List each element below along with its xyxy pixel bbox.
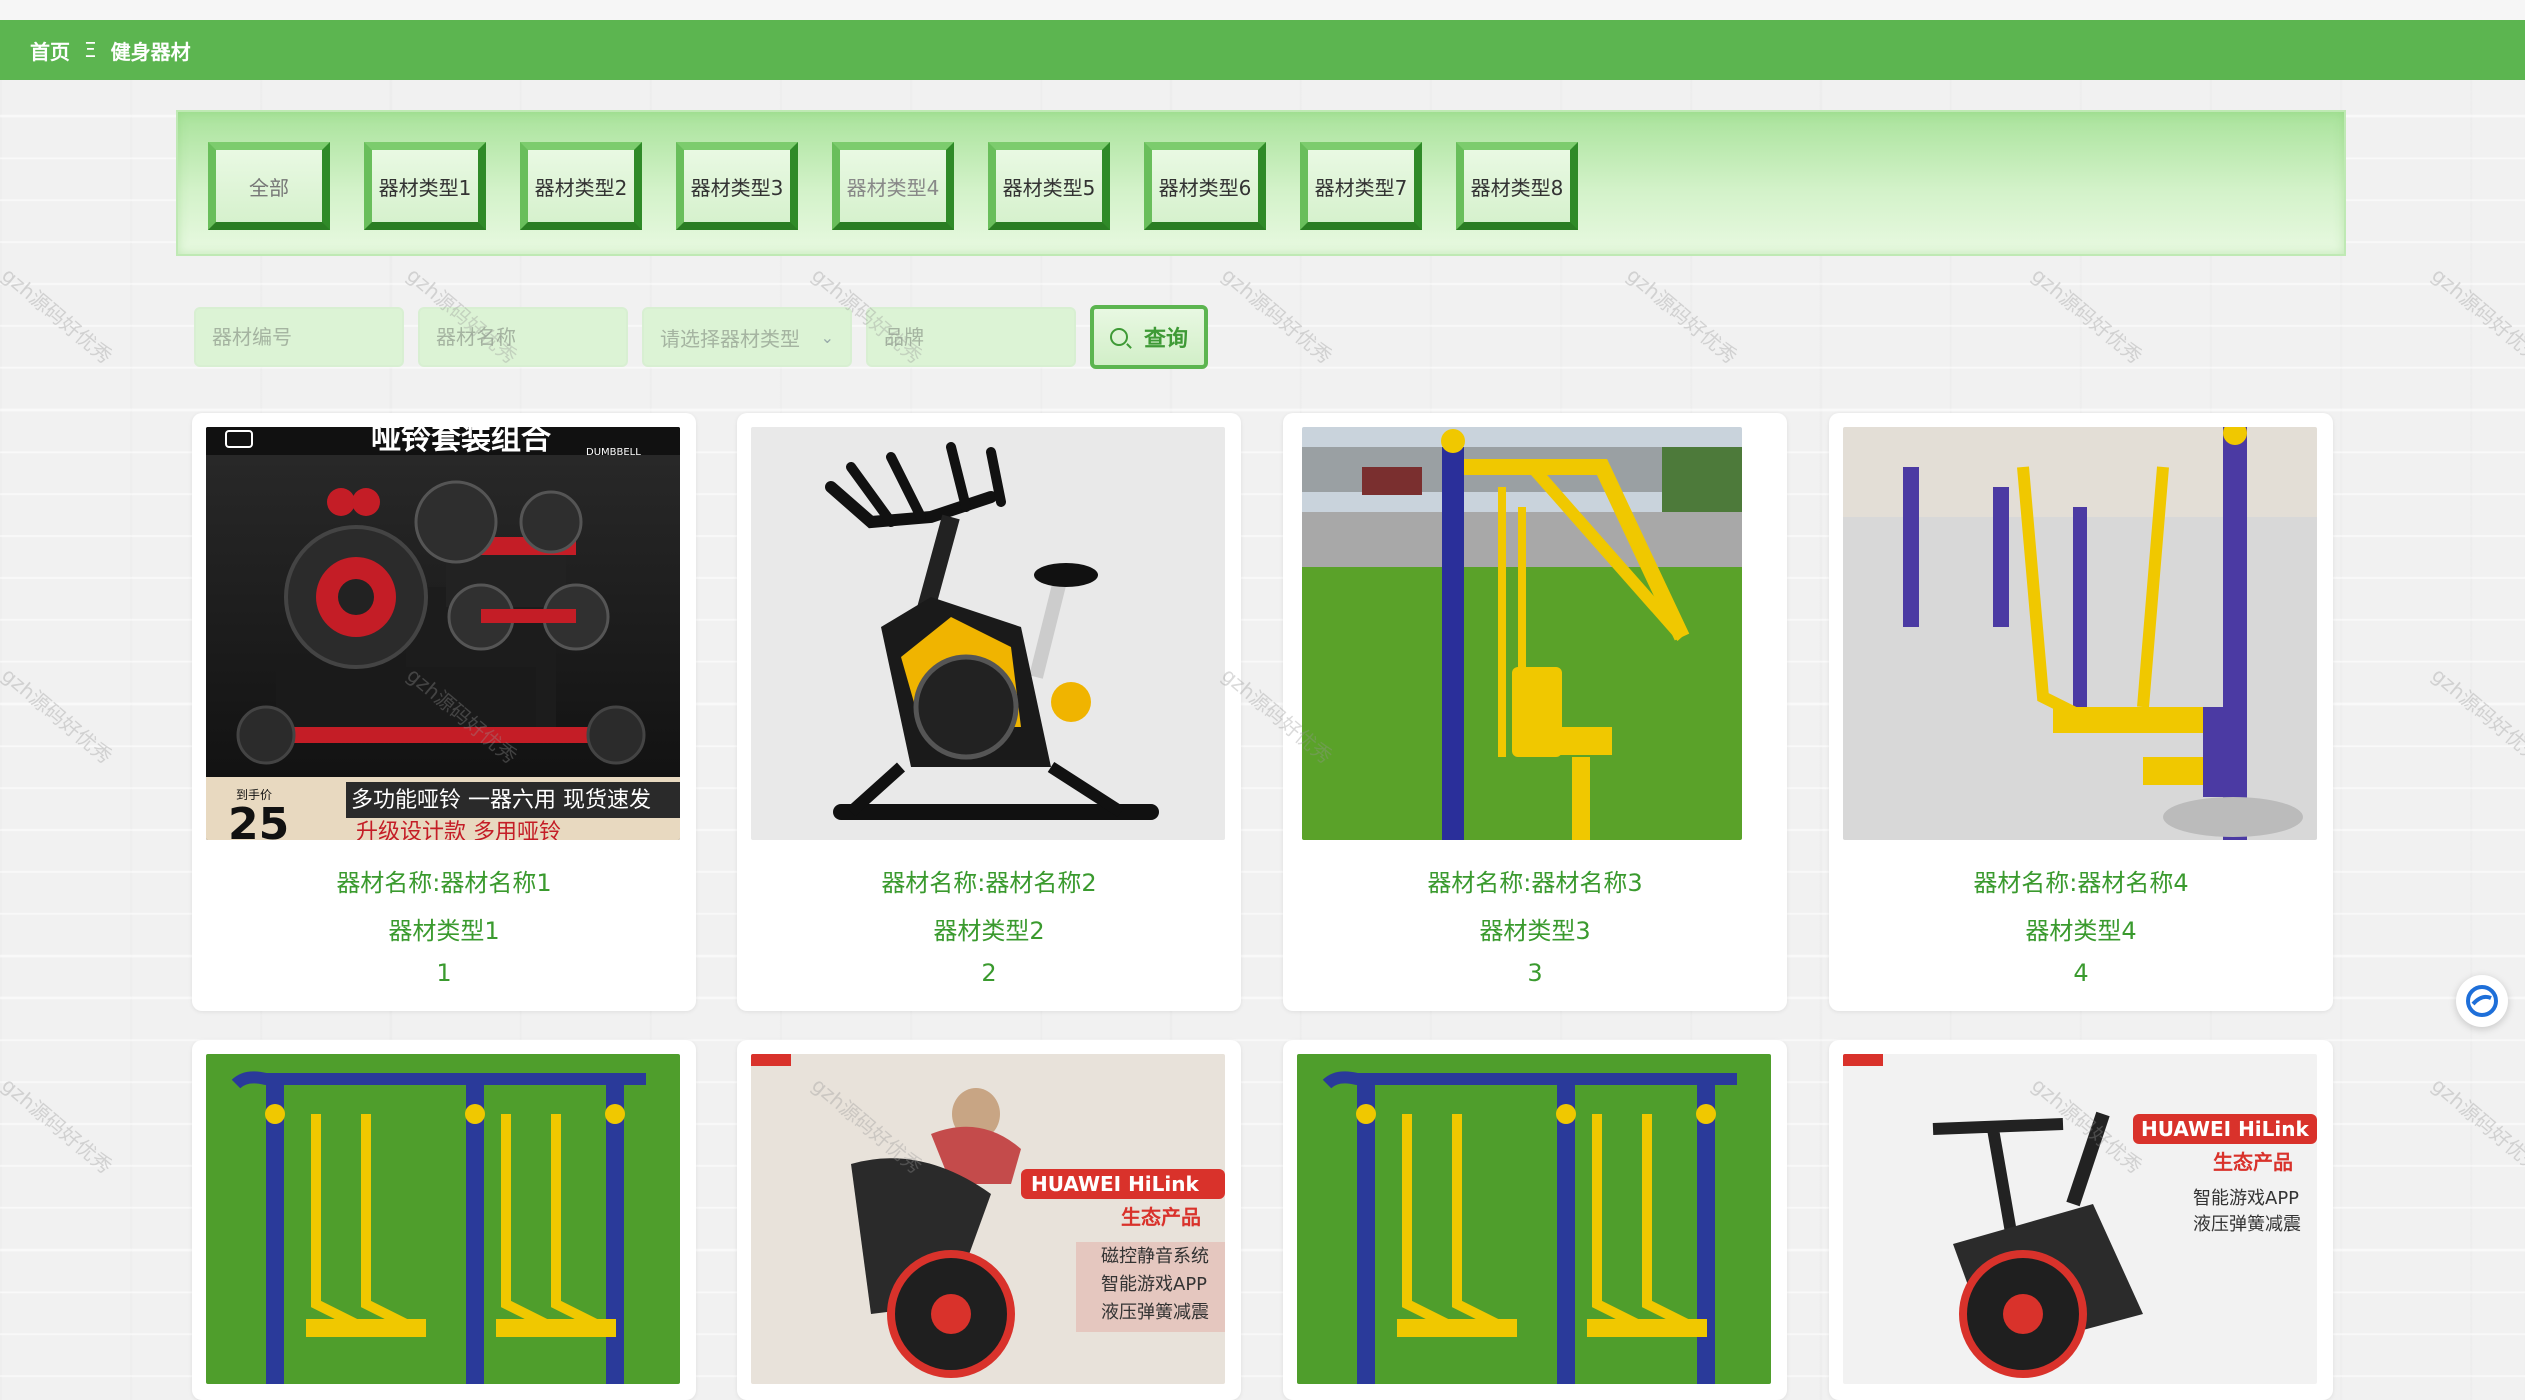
- product-image-outdoor-equipment[interactable]: [1302, 427, 1742, 840]
- category-tab-6[interactable]: 器材类型6: [1144, 142, 1266, 230]
- hilink-feature-2: 智能游戏APP: [1101, 1274, 1207, 1295]
- product-number: 4: [2073, 959, 2089, 987]
- product-image-dumbbell[interactable]: 哑铃套装组合 DUMBBELL 多功能哑铃 一器六用 现货速发 到手价 25 升…: [206, 427, 680, 840]
- category-tab-3[interactable]: 器材类型3: [676, 142, 798, 230]
- hilink-feature-2: 液压弹簧减震: [2193, 1214, 2301, 1235]
- watermark-text: gzh源码好优秀: [2427, 262, 2525, 369]
- product-card[interactable]: 器材名称:器材名称2 器材类型2 2: [737, 413, 1241, 1011]
- product-type: 器材类型1: [388, 917, 500, 945]
- dumbbell-caption-text: 多功能哑铃 一器六用 现货速发: [351, 788, 651, 813]
- search-bar: 请选择器材类型 ⌄ 查询: [194, 305, 1208, 369]
- product-name: 器材名称:器材名称4: [1973, 869, 2189, 897]
- watermark-text: gzh源码好优秀: [2427, 662, 2525, 769]
- category-tab-2[interactable]: 器材类型2: [520, 142, 642, 230]
- category-tab-8[interactable]: 器材类型8: [1456, 142, 1578, 230]
- breadcrumb-separator: Ξ: [84, 38, 97, 62]
- hilink-feature-1: 磁控静音系统: [1101, 1246, 1209, 1267]
- dumbbell-brand-text: DUMBBELL: [586, 447, 641, 458]
- floating-assistant-button[interactable]: [2456, 975, 2508, 1027]
- chevron-down-icon: ⌄: [820, 327, 834, 347]
- product-name: 器材名称:器材名称2: [881, 869, 1097, 897]
- watermark-text: gzh源码好优秀: [1217, 262, 1337, 369]
- query-button-label: 查询: [1143, 327, 1188, 352]
- product-card[interactable]: [192, 1040, 696, 1400]
- watermark-text: gzh源码好优秀: [1622, 262, 1742, 369]
- category-tab-5[interactable]: 器材类型5: [988, 142, 1110, 230]
- product-card[interactable]: HUAWEI HiLink 生态产品 智能游戏APP 液压弹簧减震: [1829, 1040, 2333, 1400]
- product-number: 2: [981, 959, 997, 987]
- category-tab-all[interactable]: 全部: [208, 142, 330, 230]
- dumbbell-banner-text: 哑铃套装组合: [371, 427, 551, 457]
- type-select-placeholder: 请选择器材类型: [660, 326, 800, 351]
- product-number: 1: [436, 959, 452, 987]
- hilink-sub-text: 生态产品: [1121, 1205, 1201, 1229]
- category-tab-1[interactable]: 器材类型1: [364, 142, 486, 230]
- dumbbell-price-text: 25: [228, 799, 289, 840]
- hilink-badge-text: HUAWEI HiLink: [1031, 1172, 1200, 1196]
- product-card[interactable]: 器材名称:器材名称3 器材类型3 3: [1283, 413, 1787, 1011]
- product-image-air-walker[interactable]: [206, 1054, 680, 1384]
- category-tab-4[interactable]: 器材类型4: [832, 142, 954, 230]
- product-type: 器材类型3: [1479, 917, 1591, 945]
- top-strip: [0, 0, 2525, 20]
- query-button[interactable]: 查询: [1090, 305, 1208, 369]
- product-type: 器材类型4: [2025, 917, 2137, 945]
- search-icon: [1109, 328, 1128, 346]
- product-card[interactable]: [1283, 1040, 1787, 1400]
- category-panel: 全部 器材类型1 器材类型2 器材类型3 器材类型4 器材类型5 器材类型6 器…: [176, 110, 2346, 256]
- category-tab-7[interactable]: 器材类型7: [1300, 142, 1422, 230]
- hilink-feature-3: 液压弹簧减震: [1101, 1302, 1209, 1323]
- product-number: 3: [1527, 959, 1543, 987]
- product-image-outdoor-walker[interactable]: [1843, 427, 2317, 840]
- hilink-sub-text: 生态产品: [2213, 1150, 2293, 1174]
- breadcrumb-current: 健身器材: [110, 39, 191, 64]
- dumbbell-subcaption-text: 升级设计款 多用哑铃: [356, 820, 561, 840]
- watermark-text: gzh源码好优秀: [2027, 262, 2147, 369]
- assistant-icon: [2466, 985, 2498, 1017]
- hilink-badge-text: HUAWEI HiLink: [2141, 1117, 2310, 1141]
- equipment-code-input[interactable]: [194, 307, 404, 367]
- product-type: 器材类型2: [933, 917, 1045, 945]
- breadcrumb-home[interactable]: 首页: [30, 36, 70, 65]
- product-card[interactable]: 器材名称:器材名称4 器材类型4 4: [1829, 413, 2333, 1011]
- watermark-text: gzh源码好优秀: [0, 262, 117, 369]
- product-image-air-walker[interactable]: [1297, 1054, 1771, 1384]
- product-image-spin-bike[interactable]: [751, 427, 1225, 840]
- product-name: 器材名称:器材名称1: [336, 869, 552, 897]
- product-name: 器材名称:器材名称3: [1427, 869, 1643, 897]
- watermark-text: gzh源码好优秀: [0, 1072, 117, 1179]
- hilink-feature-1: 智能游戏APP: [2193, 1188, 2299, 1209]
- header-bar: 首页 Ξ 健身器材: [0, 20, 2525, 80]
- watermark-text: gzh源码好优秀: [2427, 1072, 2525, 1179]
- equipment-type-select[interactable]: 请选择器材类型 ⌄: [642, 307, 852, 367]
- watermark-text: gzh源码好优秀: [0, 662, 117, 769]
